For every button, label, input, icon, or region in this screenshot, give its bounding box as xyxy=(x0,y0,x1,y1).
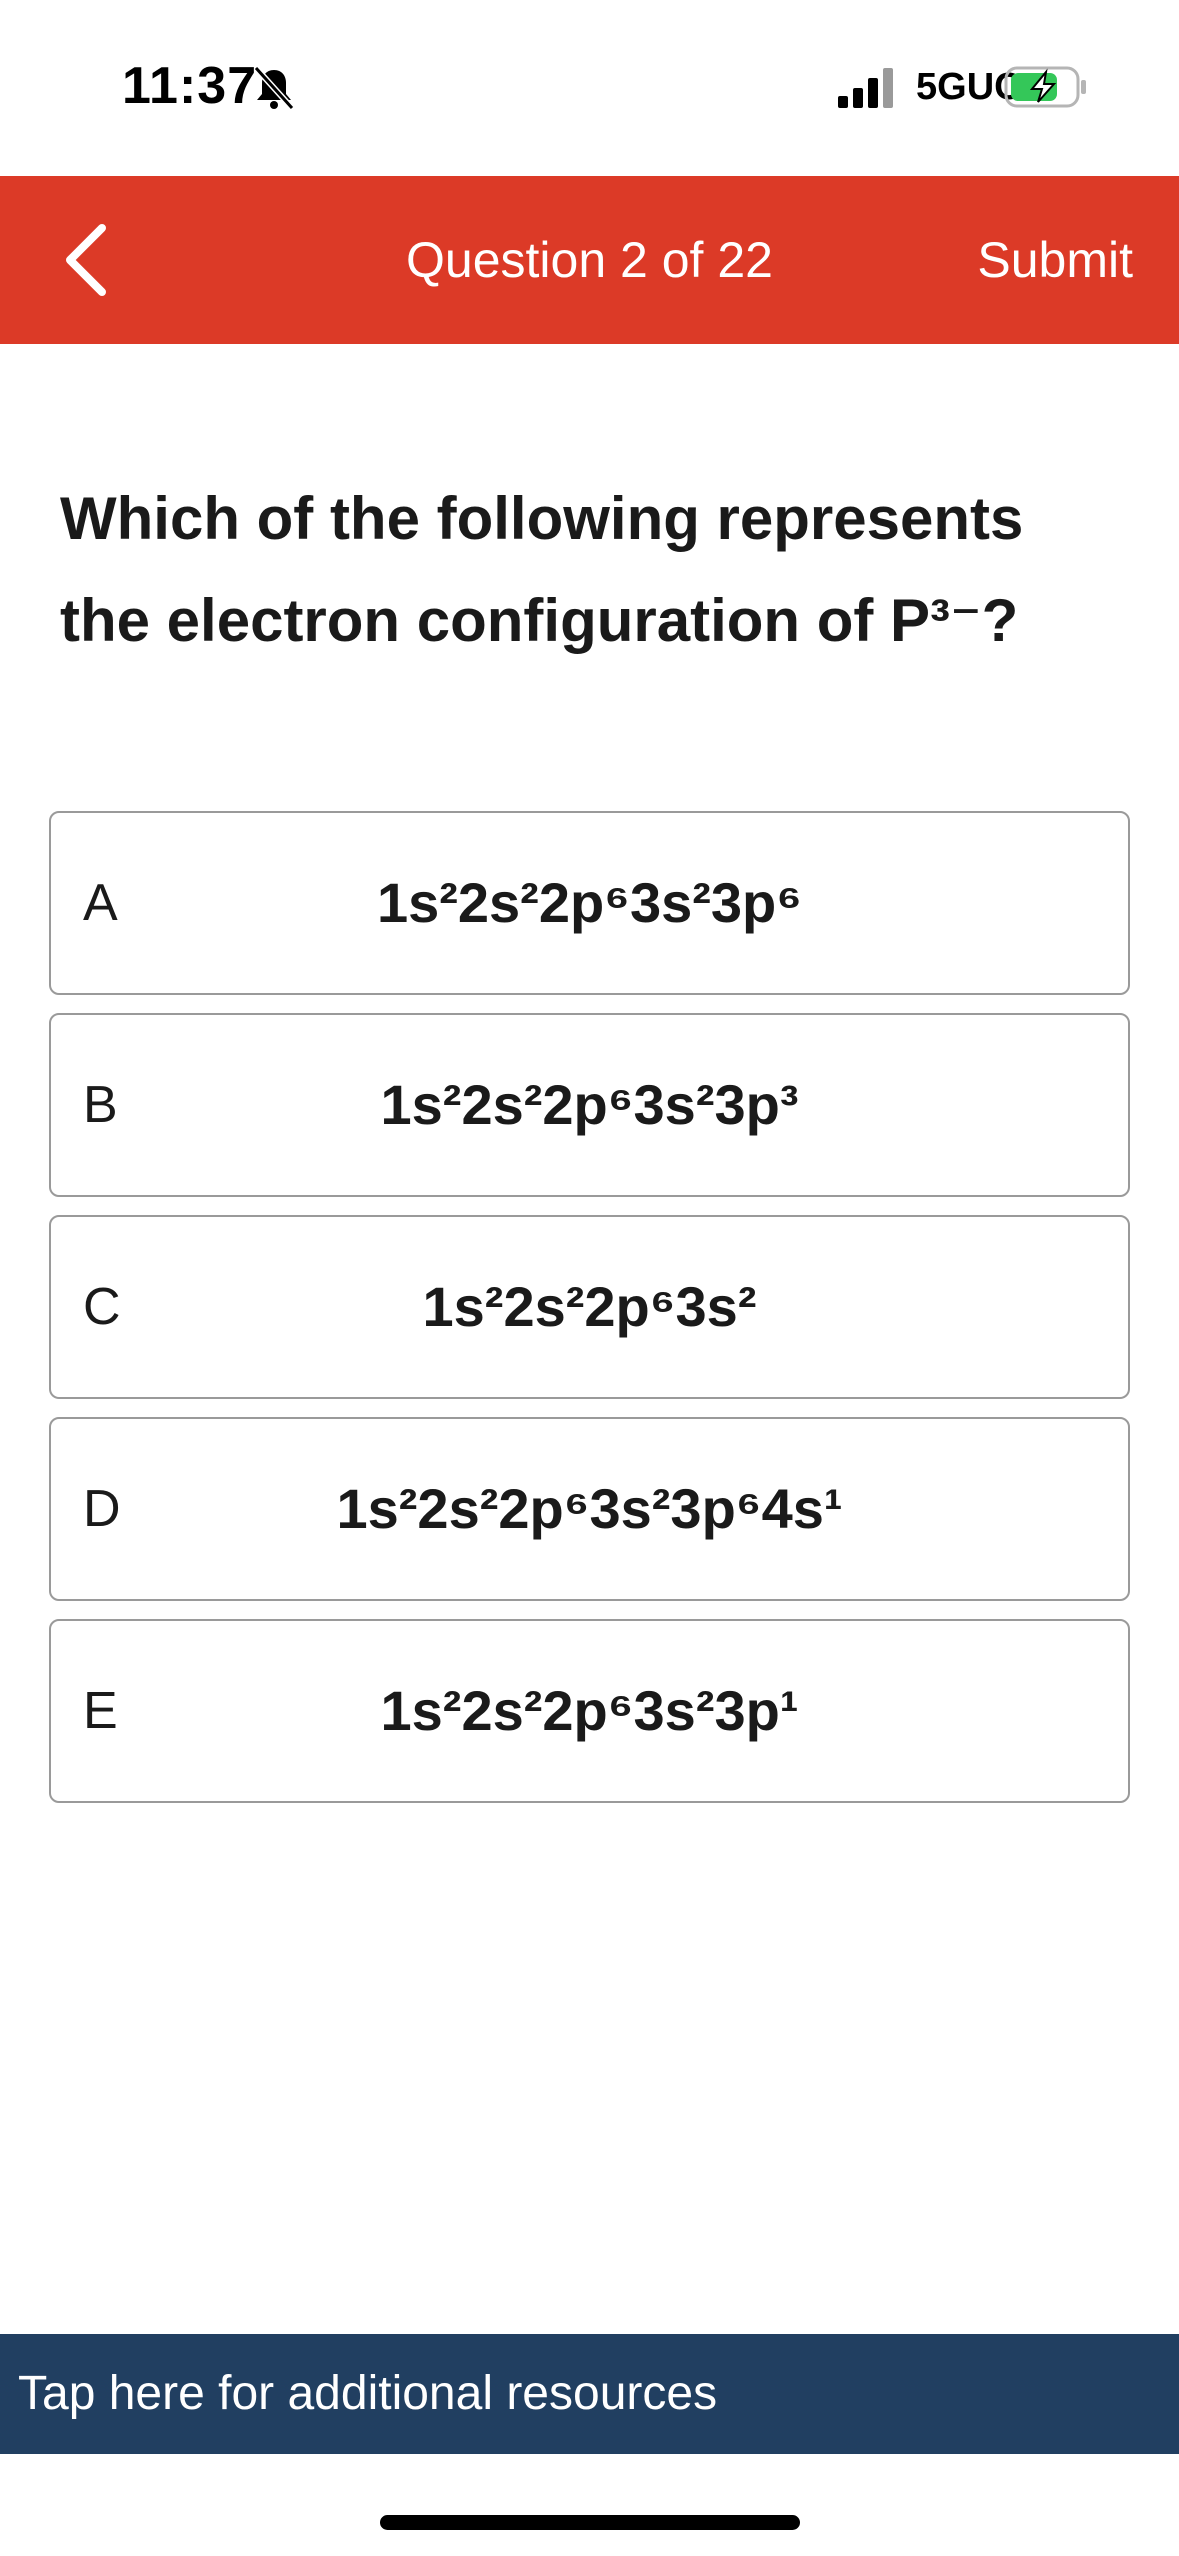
option-a[interactable]: A 1s²2s²2p⁶3s²3p⁶ xyxy=(49,811,1130,995)
option-c[interactable]: C 1s²2s²2p⁶3s² xyxy=(49,1215,1130,1399)
battery-charging-icon xyxy=(1004,66,1086,108)
submit-button[interactable]: Submit xyxy=(977,228,1133,292)
header-bar: Question 2 of 22 Submit xyxy=(0,176,1179,344)
option-text: 1s²2s²2p⁶3s²3p¹ xyxy=(380,1679,799,1742)
question-text: Which of the following represents the el… xyxy=(60,485,1024,654)
resources-button[interactable]: Tap here for additional resources xyxy=(0,2334,1179,2454)
status-time: 11:37 xyxy=(122,57,258,115)
answer-options: A 1s²2s²2p⁶3s²3p⁶ B 1s²2s²2p⁶3s²3p³ C 1s… xyxy=(49,811,1130,1821)
option-text: 1s²2s²2p⁶3s²3p⁶ xyxy=(376,871,803,934)
option-e[interactable]: E 1s²2s²2p⁶3s²3p¹ xyxy=(49,1619,1130,1803)
option-b[interactable]: B 1s²2s²2p⁶3s²3p³ xyxy=(49,1013,1130,1197)
resources-label: Tap here for additional resources xyxy=(18,2367,718,2420)
signal-icon xyxy=(838,68,893,108)
option-text: 1s²2s²2p⁶3s²3p⁶4s¹ xyxy=(336,1477,843,1540)
bell-muted-icon xyxy=(253,65,295,111)
option-text: 1s²2s²2p⁶3s²3p³ xyxy=(380,1073,799,1136)
home-indicator[interactable] xyxy=(380,2515,800,2530)
option-text: 1s²2s²2p⁶3s² xyxy=(422,1275,757,1338)
status-bar: 11:37 5GUC xyxy=(0,0,1179,176)
option-d[interactable]: D 1s²2s²2p⁶3s²3p⁶4s¹ xyxy=(49,1417,1130,1601)
